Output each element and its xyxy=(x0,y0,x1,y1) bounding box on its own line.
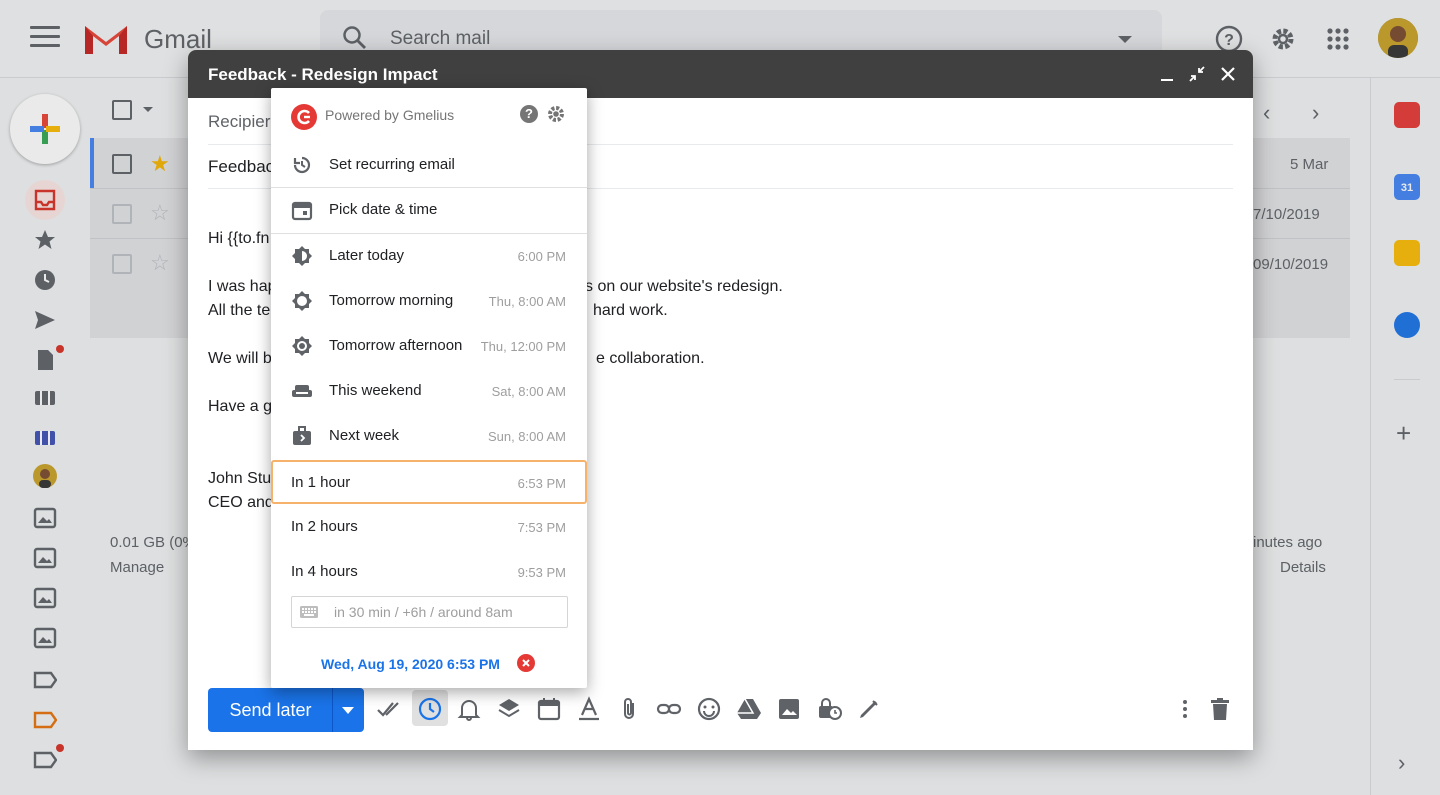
body-line: s on our website's redesign. xyxy=(585,278,783,295)
gmelius-logo-icon xyxy=(291,104,317,130)
next-week-option[interactable]: Next week Sun, 8:00 AM xyxy=(271,414,587,458)
option-label: Tomorrow afternoon xyxy=(329,337,463,354)
discard-draft-trash-icon[interactable] xyxy=(1207,696,1233,722)
later-today-option[interactable]: Later today 6:00 PM xyxy=(271,234,587,278)
couch-icon xyxy=(292,385,312,397)
option-time: 7:53 PM xyxy=(517,520,566,535)
template-layers-icon[interactable] xyxy=(496,696,522,722)
option-label: In 4 hours xyxy=(291,563,358,580)
powered-by-label: Powered by Gmelius xyxy=(325,107,455,123)
selected-send-date: Wed, Aug 19, 2020 6:53 PM xyxy=(321,656,500,672)
signature-pen-icon[interactable] xyxy=(856,696,882,722)
body-line: e collaboration. xyxy=(596,350,705,367)
insert-link-icon[interactable] xyxy=(656,696,682,722)
exit-fullscreen-icon[interactable] xyxy=(1188,65,1206,83)
body-line: Hi {{to.fn xyxy=(208,230,270,247)
sun-icon xyxy=(292,291,312,311)
send-later-button[interactable]: Send later xyxy=(208,688,364,732)
option-label: This weekend xyxy=(329,382,422,399)
option-label: Next week xyxy=(329,427,400,444)
input-placeholder: in 30 min / +6h / around 8am xyxy=(334,604,513,620)
emoji-icon[interactable] xyxy=(696,696,722,722)
option-label: Pick date & time xyxy=(329,201,438,218)
option-time: 6:00 PM xyxy=(517,249,566,264)
body-line: Have a g xyxy=(208,398,273,415)
subject-field[interactable]: Feedbac xyxy=(208,157,274,177)
briefcase-icon xyxy=(293,426,311,445)
signature-name: John Stu xyxy=(208,470,272,487)
in-2-hours-option[interactable]: In 2 hours 7:53 PM xyxy=(271,505,587,549)
set-recurring-email-option[interactable]: Set recurring email xyxy=(271,143,587,187)
pick-date-time-option[interactable]: Pick date & time xyxy=(271,188,587,232)
option-time: Thu, 12:00 PM xyxy=(480,339,566,354)
option-time: 6:53 PM xyxy=(517,476,566,491)
send-split-divider xyxy=(332,688,333,732)
reminder-bell-icon[interactable] xyxy=(456,696,482,722)
confidential-lock-clock-icon[interactable] xyxy=(816,696,842,722)
tomorrow-morning-option[interactable]: Tomorrow morning Thu, 8:00 AM xyxy=(271,279,587,323)
gmelius-schedule-popup: Powered by Gmelius ? Set recurring email… xyxy=(271,88,587,688)
help-icon[interactable]: ? xyxy=(520,105,538,123)
signature-title: CEO and xyxy=(208,494,274,511)
clear-schedule-icon[interactable] xyxy=(517,654,535,672)
calendar-icon[interactable] xyxy=(536,696,562,722)
more-options-icon[interactable] xyxy=(1172,696,1198,722)
text-format-icon[interactable] xyxy=(576,696,602,722)
attach-file-icon[interactable] xyxy=(616,696,642,722)
body-line: hard work. xyxy=(593,302,668,319)
option-label: Later today xyxy=(329,247,405,264)
insert-photo-icon[interactable] xyxy=(776,696,802,722)
body-line: We will b xyxy=(208,350,272,367)
option-label: In 2 hours xyxy=(291,518,358,535)
this-weekend-option[interactable]: This weekend Sat, 8:00 AM xyxy=(271,369,587,413)
option-time: 9:53 PM xyxy=(517,565,566,580)
in-4-hours-option[interactable]: In 4 hours 9:53 PM xyxy=(271,550,587,594)
option-label: Set recurring email xyxy=(329,156,455,173)
option-time: Sat, 8:00 AM xyxy=(491,384,566,399)
option-time: Sun, 8:00 AM xyxy=(487,429,566,444)
recipients-field[interactable]: Recipier xyxy=(208,112,270,132)
option-time: Thu, 8:00 AM xyxy=(488,294,566,309)
popup-settings-gear-icon[interactable] xyxy=(546,104,566,124)
tomorrow-afternoon-option[interactable]: Tomorrow afternoon Thu, 12:00 PM xyxy=(271,324,587,368)
natural-language-time-input[interactable]: in 30 min / +6h / around 8am xyxy=(291,596,568,628)
read-receipt-check-icon[interactable] xyxy=(377,696,403,722)
keyboard-icon xyxy=(300,606,318,618)
close-icon[interactable] xyxy=(1219,65,1237,83)
body-line: I was hap xyxy=(208,278,277,295)
schedule-clock-icon[interactable] xyxy=(417,696,443,722)
option-label: Tomorrow morning xyxy=(329,292,454,309)
body-line: All the te xyxy=(208,302,271,319)
option-label: In 1 hour xyxy=(291,474,351,491)
recurring-icon xyxy=(293,156,311,174)
in-1-hour-option[interactable]: In 1 hour 6:53 PM xyxy=(271,460,587,504)
google-drive-icon[interactable] xyxy=(736,696,762,722)
minimize-icon[interactable] xyxy=(1158,65,1176,83)
calendar-icon xyxy=(291,201,313,221)
compose-title: Feedback - Redesign Impact xyxy=(208,65,438,84)
brightness-icon xyxy=(292,246,312,266)
send-options-dropdown-icon[interactable] xyxy=(342,707,354,714)
sun-full-icon xyxy=(292,336,312,356)
send-later-label: Send later xyxy=(229,700,312,720)
